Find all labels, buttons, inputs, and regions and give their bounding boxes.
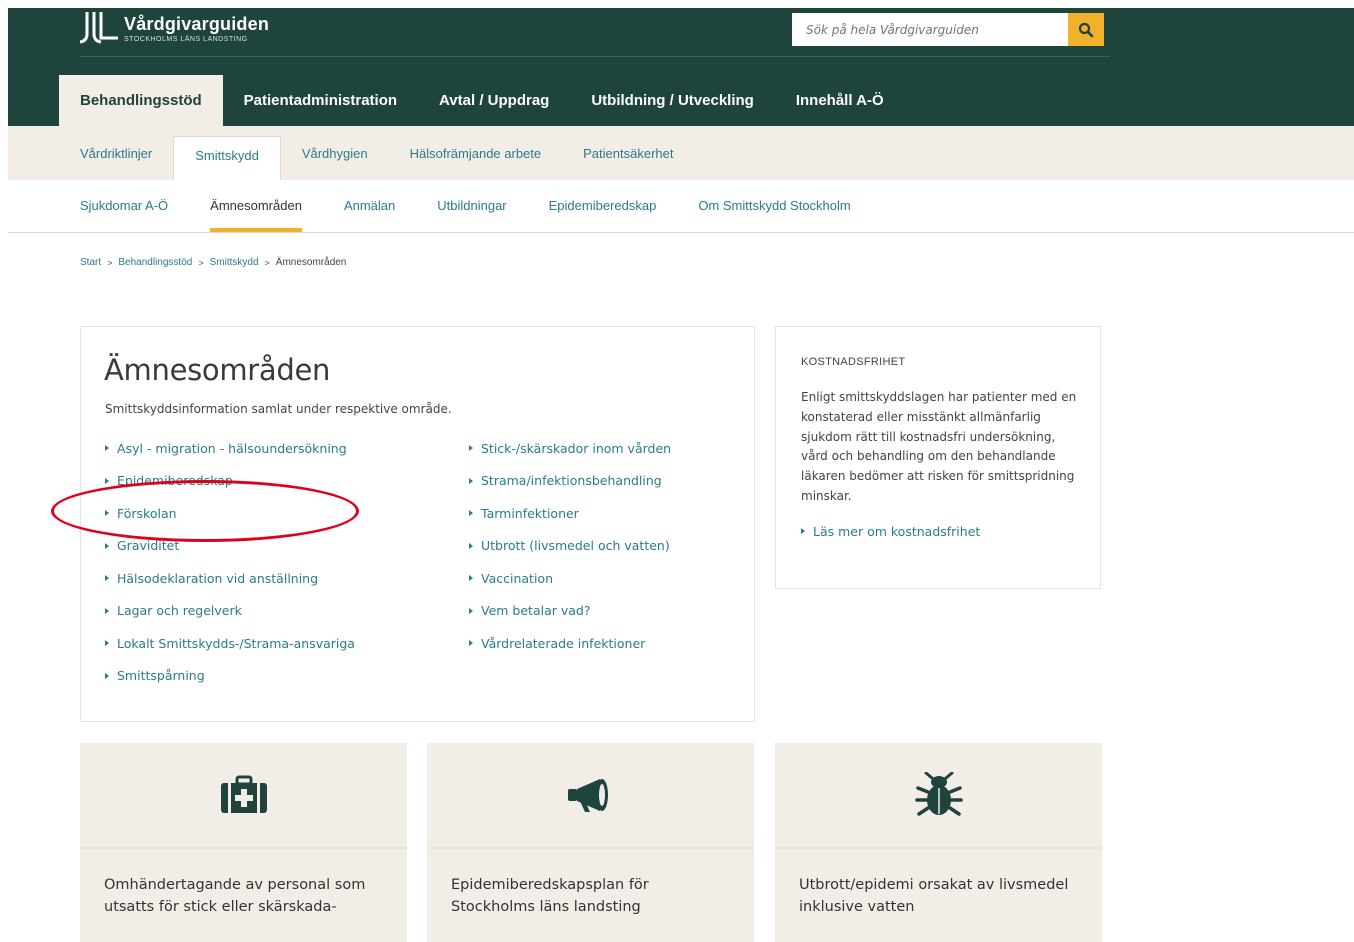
- breadcrumb-current: Ämnesområden: [275, 257, 347, 268]
- bullet-arrow-icon: [105, 477, 109, 484]
- logo-mark-icon: [80, 12, 118, 44]
- search-input[interactable]: [792, 13, 1068, 46]
- breadcrumb-separator: >: [107, 257, 113, 268]
- bullet-arrow-icon: [469, 477, 473, 484]
- breadcrumb-smittskydd[interactable]: Smittskydd: [210, 257, 259, 268]
- sub-nav: Vårdriktlinjer Smittskydd Vårdhygien Häl…: [8, 126, 1354, 180]
- section-nav-utbildningar[interactable]: Utbildningar: [437, 180, 506, 232]
- breadcrumb-start[interactable]: Start: [80, 257, 101, 268]
- card-text: Epidemiberedskapsplan för Stockholms län…: [451, 877, 649, 915]
- sub-nav-smittskydd[interactable]: Smittskydd: [173, 136, 281, 180]
- card-utbrott-epidemi[interactable]: Utbrott/epidemi orsakat av livsmedel ink…: [775, 743, 1102, 942]
- bullet-arrow-icon: [105, 575, 109, 582]
- bug-icon: [914, 772, 963, 816]
- main-nav-utbildning-utveckling[interactable]: Utbildning / Utveckling: [570, 75, 775, 126]
- section-nav-amnesomraden[interactable]: Ämnesområden: [210, 180, 302, 232]
- topic-link-strama[interactable]: Strama/infektionsbehandling: [469, 465, 671, 498]
- card-epidemiberedskapsplan[interactable]: Epidemiberedskapsplan för Stockholms län…: [427, 743, 754, 942]
- bullet-arrow-icon: [105, 542, 109, 549]
- megaphone-icon: [567, 779, 608, 812]
- bullet-arrow-icon: [105, 607, 109, 614]
- bullet-arrow-icon: [469, 510, 473, 517]
- bullet-arrow-icon: [105, 640, 109, 647]
- topics-panel: Ämnesområden Smittskyddsinformation saml…: [80, 326, 755, 722]
- search-button[interactable]: [1068, 13, 1104, 46]
- topic-link-vaccination[interactable]: Vaccination: [469, 562, 671, 595]
- section-nav-om-smittskydd[interactable]: Om Smittskydd Stockholm: [698, 180, 850, 232]
- bullet-arrow-icon: [801, 528, 805, 535]
- bullet-arrow-icon: [469, 607, 473, 614]
- main-nav-patientadministration[interactable]: Patientadministration: [223, 75, 418, 126]
- topic-link-smittsparning[interactable]: Smittspårning: [105, 660, 355, 693]
- sub-nav-vardhygien[interactable]: Vårdhygien: [281, 136, 389, 180]
- topic-link-lagar[interactable]: Lagar och regelverk: [105, 595, 355, 628]
- bullet-arrow-icon: [469, 542, 473, 549]
- sub-nav-vardriktlinjer[interactable]: Vårdriktlinjer: [59, 136, 173, 180]
- topics-right-column: Stick-/skärskador inom vården Strama/inf…: [469, 432, 671, 660]
- page-intro: Smittskyddsinformation samlat under resp…: [105, 402, 452, 416]
- section-nav: Sjukdomar A-Ö Ämnesområden Anmälan Utbil…: [8, 180, 1354, 233]
- info-sidebox: KOSTNADSFRIHET Enligt smittskyddslagen h…: [775, 326, 1101, 589]
- section-nav-sjukdomar[interactable]: Sjukdomar A-Ö: [80, 180, 168, 232]
- breadcrumb-separator: >: [198, 257, 204, 268]
- topic-link-lokalt-ansvariga[interactable]: Lokalt Smittskydds-/Strama-ansvariga: [105, 627, 355, 660]
- main-nav-avtal-uppdrag[interactable]: Avtal / Uppdrag: [418, 75, 570, 126]
- topic-link-graviditet[interactable]: Graviditet: [105, 530, 355, 563]
- logo-subtitle: STOCKHOLMS LÄNS LANDSTING: [124, 35, 248, 43]
- topic-link-epidemiberedskap[interactable]: Epidemiberedskap: [105, 465, 355, 498]
- topic-link-asyl[interactable]: Asyl - migration - hälsoundersökning: [105, 432, 355, 465]
- topic-link-forskolan[interactable]: Förskolan: [105, 497, 355, 530]
- header-divider: [80, 56, 1110, 57]
- topic-link-tarminfektioner[interactable]: Tarminfektioner: [469, 497, 671, 530]
- main-nav: Behandlingsstöd Patientadministration Av…: [59, 75, 905, 126]
- bullet-arrow-icon: [469, 445, 473, 452]
- main-nav-innehall[interactable]: Innehåll A-Ö: [775, 75, 905, 126]
- site-header: Vårdgivarguiden STOCKHOLMS LÄNS LANDSTIN…: [8, 8, 1354, 126]
- topic-link-vardrelaterade[interactable]: Vårdrelaterade infektioner: [469, 627, 671, 660]
- bullet-arrow-icon: [469, 575, 473, 582]
- sub-nav-patientsakerhet[interactable]: Patientsäkerhet: [562, 136, 694, 180]
- sidebox-title: KOSTNADSFRIHET: [801, 356, 906, 368]
- section-nav-anmalan[interactable]: Anmälan: [344, 180, 395, 232]
- topic-link-utbrott[interactable]: Utbrott (livsmedel och vatten): [469, 530, 671, 563]
- medkit-icon: [220, 775, 267, 813]
- sidebox-read-more-link[interactable]: Läs mer om kostnadsfrihet: [801, 515, 980, 548]
- logo-title: Vårdgivarguiden: [124, 13, 270, 34]
- breadcrumb-separator: >: [264, 257, 270, 268]
- topic-link-stickskador[interactable]: Stick-/skärskador inom vården: [469, 432, 671, 465]
- sub-nav-halsoframjande[interactable]: Hälsofrämjande arbete: [389, 136, 563, 180]
- topic-link-halsodeklaration[interactable]: Hälsodeklaration vid anställning: [105, 562, 355, 595]
- bullet-arrow-icon: [105, 672, 109, 679]
- sidebox-body: Enligt smittskyddslagen har patienter me…: [801, 390, 1077, 503]
- bullet-arrow-icon: [105, 510, 109, 517]
- topic-link-vem-betalar[interactable]: Vem betalar vad?: [469, 595, 671, 628]
- card-text: Utbrott/epidemi orsakat av livsmedel ink…: [799, 877, 1069, 915]
- search-icon: [1078, 22, 1094, 37]
- site-logo[interactable]: Vårdgivarguiden STOCKHOLMS LÄNS LANDSTIN…: [80, 12, 269, 44]
- bullet-arrow-icon: [105, 445, 109, 452]
- section-nav-epidemiberedskap[interactable]: Epidemiberedskap: [549, 180, 657, 232]
- search-bar: [792, 13, 1104, 46]
- breadcrumb-behandlingsstod[interactable]: Behandlingsstöd: [118, 257, 192, 268]
- bullet-arrow-icon: [469, 640, 473, 647]
- card-text: Omhändertagande av personal som utsatts …: [104, 877, 366, 915]
- main-nav-behandlingsstod[interactable]: Behandlingsstöd: [59, 75, 223, 126]
- card-stick-skarskada[interactable]: Omhändertagande av personal som utsatts …: [80, 743, 407, 942]
- topics-left-column: Asyl - migration - hälsoundersökning Epi…: [105, 432, 355, 692]
- breadcrumb: Start > Behandlingsstöd > Smittskydd > Ä…: [80, 257, 346, 268]
- page-title: Ämnesområden: [104, 353, 331, 387]
